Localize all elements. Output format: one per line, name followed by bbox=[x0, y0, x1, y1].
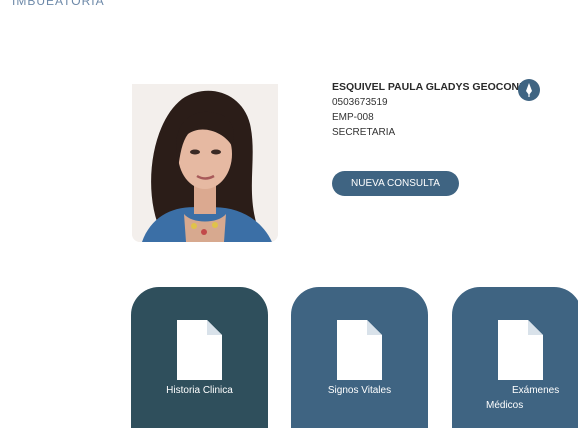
document-icon bbox=[337, 320, 382, 380]
top-label: IMBUEATORIA bbox=[12, 0, 105, 8]
tile-historia-clinica[interactable]: Historia Clinica bbox=[131, 287, 268, 428]
tile-examenes-medicos[interactable]: Exámenes Médicos bbox=[452, 287, 578, 428]
patient-info: ESQUIVEL PAULA GLADYS GEOCONDA 050367351… bbox=[332, 80, 534, 140]
patient-role: SECRETARIA bbox=[332, 127, 396, 138]
tile-label-line1: Exámenes bbox=[512, 385, 560, 396]
tile-label: Signos Vitales bbox=[327, 385, 392, 396]
patient-code: EMP-008 bbox=[332, 112, 374, 123]
profile-photo bbox=[132, 84, 278, 242]
tile-signos-vitales[interactable]: Signos Vitales bbox=[291, 287, 428, 428]
patient-name: ESQUIVEL PAULA GLADYS GEOCONDA bbox=[332, 81, 535, 93]
edit-button[interactable] bbox=[518, 79, 540, 101]
pen-icon bbox=[526, 83, 532, 97]
document-icon bbox=[498, 320, 543, 380]
patient-id: 0503673519 bbox=[332, 97, 388, 108]
tile-label: Historia Clinica bbox=[166, 385, 233, 396]
nueva-consulta-button[interactable]: NUEVA CONSULTA bbox=[332, 171, 459, 196]
tile-label-line2: Médicos bbox=[486, 400, 524, 411]
document-icon bbox=[177, 320, 222, 380]
